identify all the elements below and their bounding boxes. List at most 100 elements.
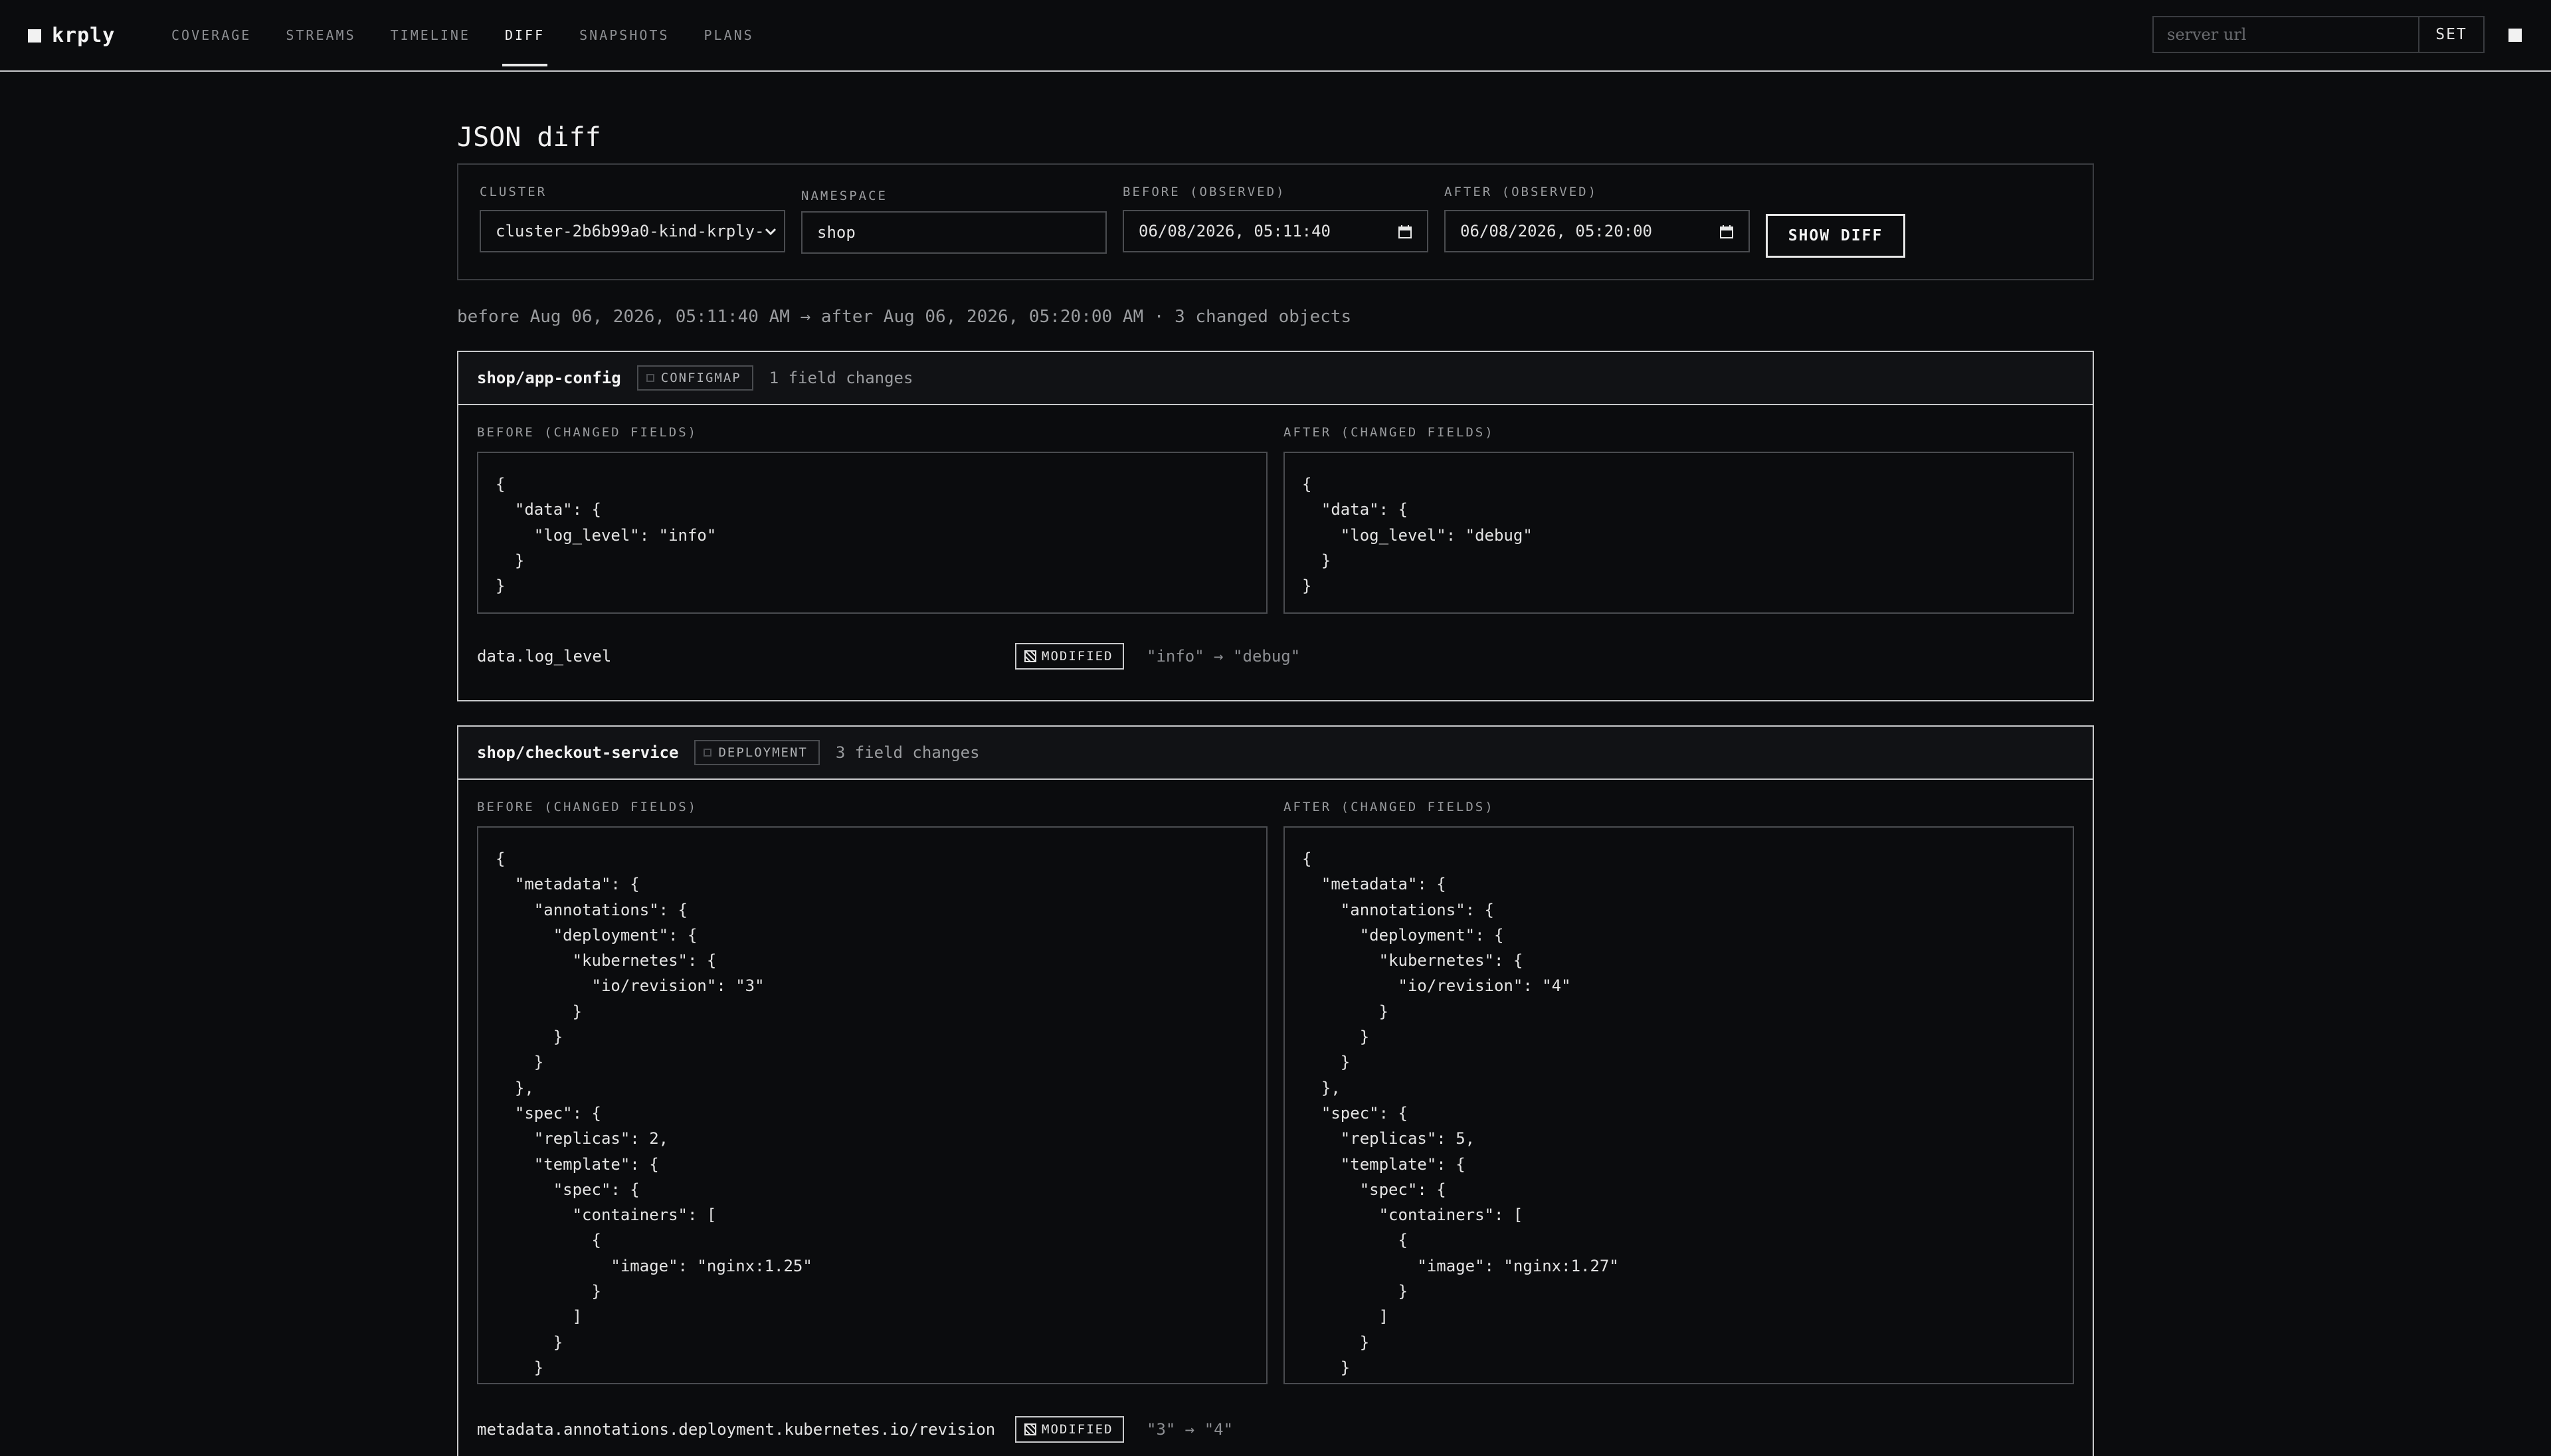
cluster-select[interactable]: cluster-2b6b99a0-kind-krply- (480, 210, 785, 252)
json-line: "image": "nginx:1.27" (1302, 1256, 1619, 1275)
before-label: BEFORE (OBSERVED) (1123, 185, 1286, 199)
json-line: { (1302, 475, 1312, 494)
json-line: "metadata": { (496, 875, 640, 894)
modified-label: MODIFIED (1042, 649, 1113, 664)
json-line: } (496, 1332, 563, 1352)
json-line: ] (496, 1307, 583, 1326)
json-line: } (1302, 1028, 1370, 1047)
cluster-label: CLUSTER (480, 185, 547, 199)
field-change-values: "info" → "debug" (1147, 647, 1301, 666)
json-line: } (1302, 1053, 1351, 1072)
after-datetime-input[interactable]: 06/08/2026, 05:20:00 (1444, 210, 1750, 252)
cluster-filter: CLUSTER cluster-2b6b99a0-kind-krply- (480, 185, 785, 252)
show-diff-button[interactable]: SHOW DIFF (1766, 214, 1905, 258)
before-datetime-input[interactable]: 06/08/2026, 05:11:40 (1123, 210, 1428, 252)
json-line: "deployment": { (496, 925, 698, 945)
json-line: } (1302, 551, 1331, 570)
diff-summary: before Aug 06, 2026, 05:11:40 AM → after… (457, 307, 1352, 327)
chevron-down-icon (765, 228, 777, 236)
set-server-button[interactable]: SET (2419, 16, 2485, 53)
object-diff-header[interactable]: shop/checkout-service DEPLOYMENT 3 field… (458, 727, 2093, 780)
nav-tab-plans[interactable]: PLANS (704, 0, 754, 70)
json-line: "replicas": 5, (1302, 1129, 1475, 1148)
json-line: }, (1302, 1078, 1341, 1097)
namespace-label: NAMESPACE (801, 189, 888, 203)
json-line: "spec": { (496, 1103, 601, 1123)
page-title: JSON diff (457, 122, 601, 153)
nav-tab-coverage[interactable]: COVERAGE (171, 0, 251, 70)
json-line: } (1302, 1332, 1370, 1352)
kind-square-icon (646, 374, 654, 382)
json-line: } (1302, 1282, 1408, 1301)
json-line: "log_level": "info" (496, 525, 717, 545)
namespace-input[interactable]: shop (801, 211, 1107, 254)
json-line: { (496, 475, 506, 494)
before-datetime-value: 06/08/2026, 05:11:40 (1139, 222, 1331, 240)
after-column-label: AFTER (CHANGED FIELDS) (1283, 425, 1495, 440)
field-change-path: metadata.annotations.deployment.kubernet… (477, 1420, 996, 1439)
diff-filter-panel: CLUSTER cluster-2b6b99a0-kind-krply- NAM… (457, 163, 2094, 280)
json-line: } (496, 577, 506, 596)
json-line: } (1302, 577, 1312, 596)
after-json-box: { "data": { "log_level": "debug" } } (1283, 452, 2074, 614)
after-datetime-value: 06/08/2026, 05:20:00 (1460, 222, 1652, 240)
server-url-input[interactable] (2152, 16, 2419, 53)
json-line: } (1302, 1002, 1389, 1021)
json-line: } (496, 551, 525, 570)
json-line: } (496, 1053, 544, 1072)
before-filter: BEFORE (OBSERVED) 06/08/2026, 05:11:40 (1123, 185, 1428, 252)
brand[interactable]: krply (28, 24, 115, 47)
json-line: } (496, 1028, 563, 1047)
after-filter: AFTER (OBSERVED) 06/08/2026, 05:20:00 (1444, 185, 1750, 252)
namespace-filter: NAMESPACE shop (801, 189, 1107, 256)
object-diff-card: shop/checkout-service DEPLOYMENT 3 field… (457, 725, 2094, 1456)
after-label: AFTER (OBSERVED) (1444, 185, 1598, 199)
json-line: { (496, 1231, 601, 1250)
modified-badge: MODIFIED (1015, 1416, 1124, 1443)
before-column-label: BEFORE (CHANGED FIELDS) (477, 800, 698, 814)
json-line: "template": { (1302, 1154, 1465, 1174)
nav-tab-timeline[interactable]: TIMELINE (391, 0, 470, 70)
json-line: "template": { (496, 1154, 659, 1174)
modified-badge: MODIFIED (1015, 643, 1124, 670)
json-line: { (1302, 850, 1312, 868)
nav-tab-snapshots[interactable]: SNAPSHOTS (579, 0, 669, 70)
json-line: "io/revision": "3" (496, 976, 765, 996)
object-diff-card: shop/app-config CONFIGMAP 1 field change… (457, 351, 2094, 701)
json-line: "data": { (1302, 500, 1408, 519)
json-line: "spec": { (496, 1180, 640, 1199)
json-line: "containers": [ (1302, 1206, 1523, 1225)
modified-icon (1024, 650, 1036, 662)
namespace-input-value: shop (817, 223, 856, 242)
after-column-label: AFTER (CHANGED FIELDS) (1283, 800, 1495, 814)
json-line: "kubernetes": { (1302, 951, 1523, 970)
nav-tab-streams[interactable]: STREAMS (286, 0, 355, 70)
kind-badge: CONFIGMAP (636, 365, 753, 391)
json-line: "annotations": { (1302, 900, 1494, 919)
json-line: "log_level": "debug" (1302, 525, 1533, 545)
kind-badge: DEPLOYMENT (694, 740, 820, 765)
json-line: { (496, 850, 506, 868)
cluster-select-value: cluster-2b6b99a0-kind-krply- (496, 222, 765, 240)
kind-label: CONFIGMAP (660, 371, 741, 385)
calendar-icon[interactable] (1719, 225, 1734, 239)
main-nav: COVERAGE STREAMS TIMELINE DIFF SNAPSHOTS… (171, 0, 789, 70)
kind-label: DEPLOYMENT (718, 745, 808, 760)
logo-square-icon (28, 29, 41, 43)
kind-square-icon (704, 749, 712, 757)
object-diff-header[interactable]: shop/app-config CONFIGMAP 1 field change… (458, 352, 2093, 405)
before-column-label: BEFORE (CHANGED FIELDS) (477, 425, 698, 440)
json-line: }, (496, 1078, 534, 1097)
json-line: "spec": { (1302, 1180, 1446, 1199)
json-line: } (496, 1282, 601, 1301)
theme-toggle-icon[interactable] (2508, 29, 2522, 42)
nav-tab-diff[interactable]: DIFF (502, 0, 548, 70)
top-nav-bar: krply COVERAGE STREAMS TIMELINE DIFF SNA… (0, 0, 2551, 72)
before-json-box: { "data": { "log_level": "info" } } (477, 452, 1268, 614)
field-change-values: "3" → "4" (1147, 1420, 1234, 1439)
json-line: "containers": [ (496, 1206, 717, 1225)
calendar-icon[interactable] (1398, 225, 1412, 239)
change-count: 1 field changes (769, 369, 913, 387)
after-json-box: { "metadata": { "annotations": { "deploy… (1283, 826, 2074, 1384)
json-line: "replicas": 2, (496, 1129, 669, 1148)
